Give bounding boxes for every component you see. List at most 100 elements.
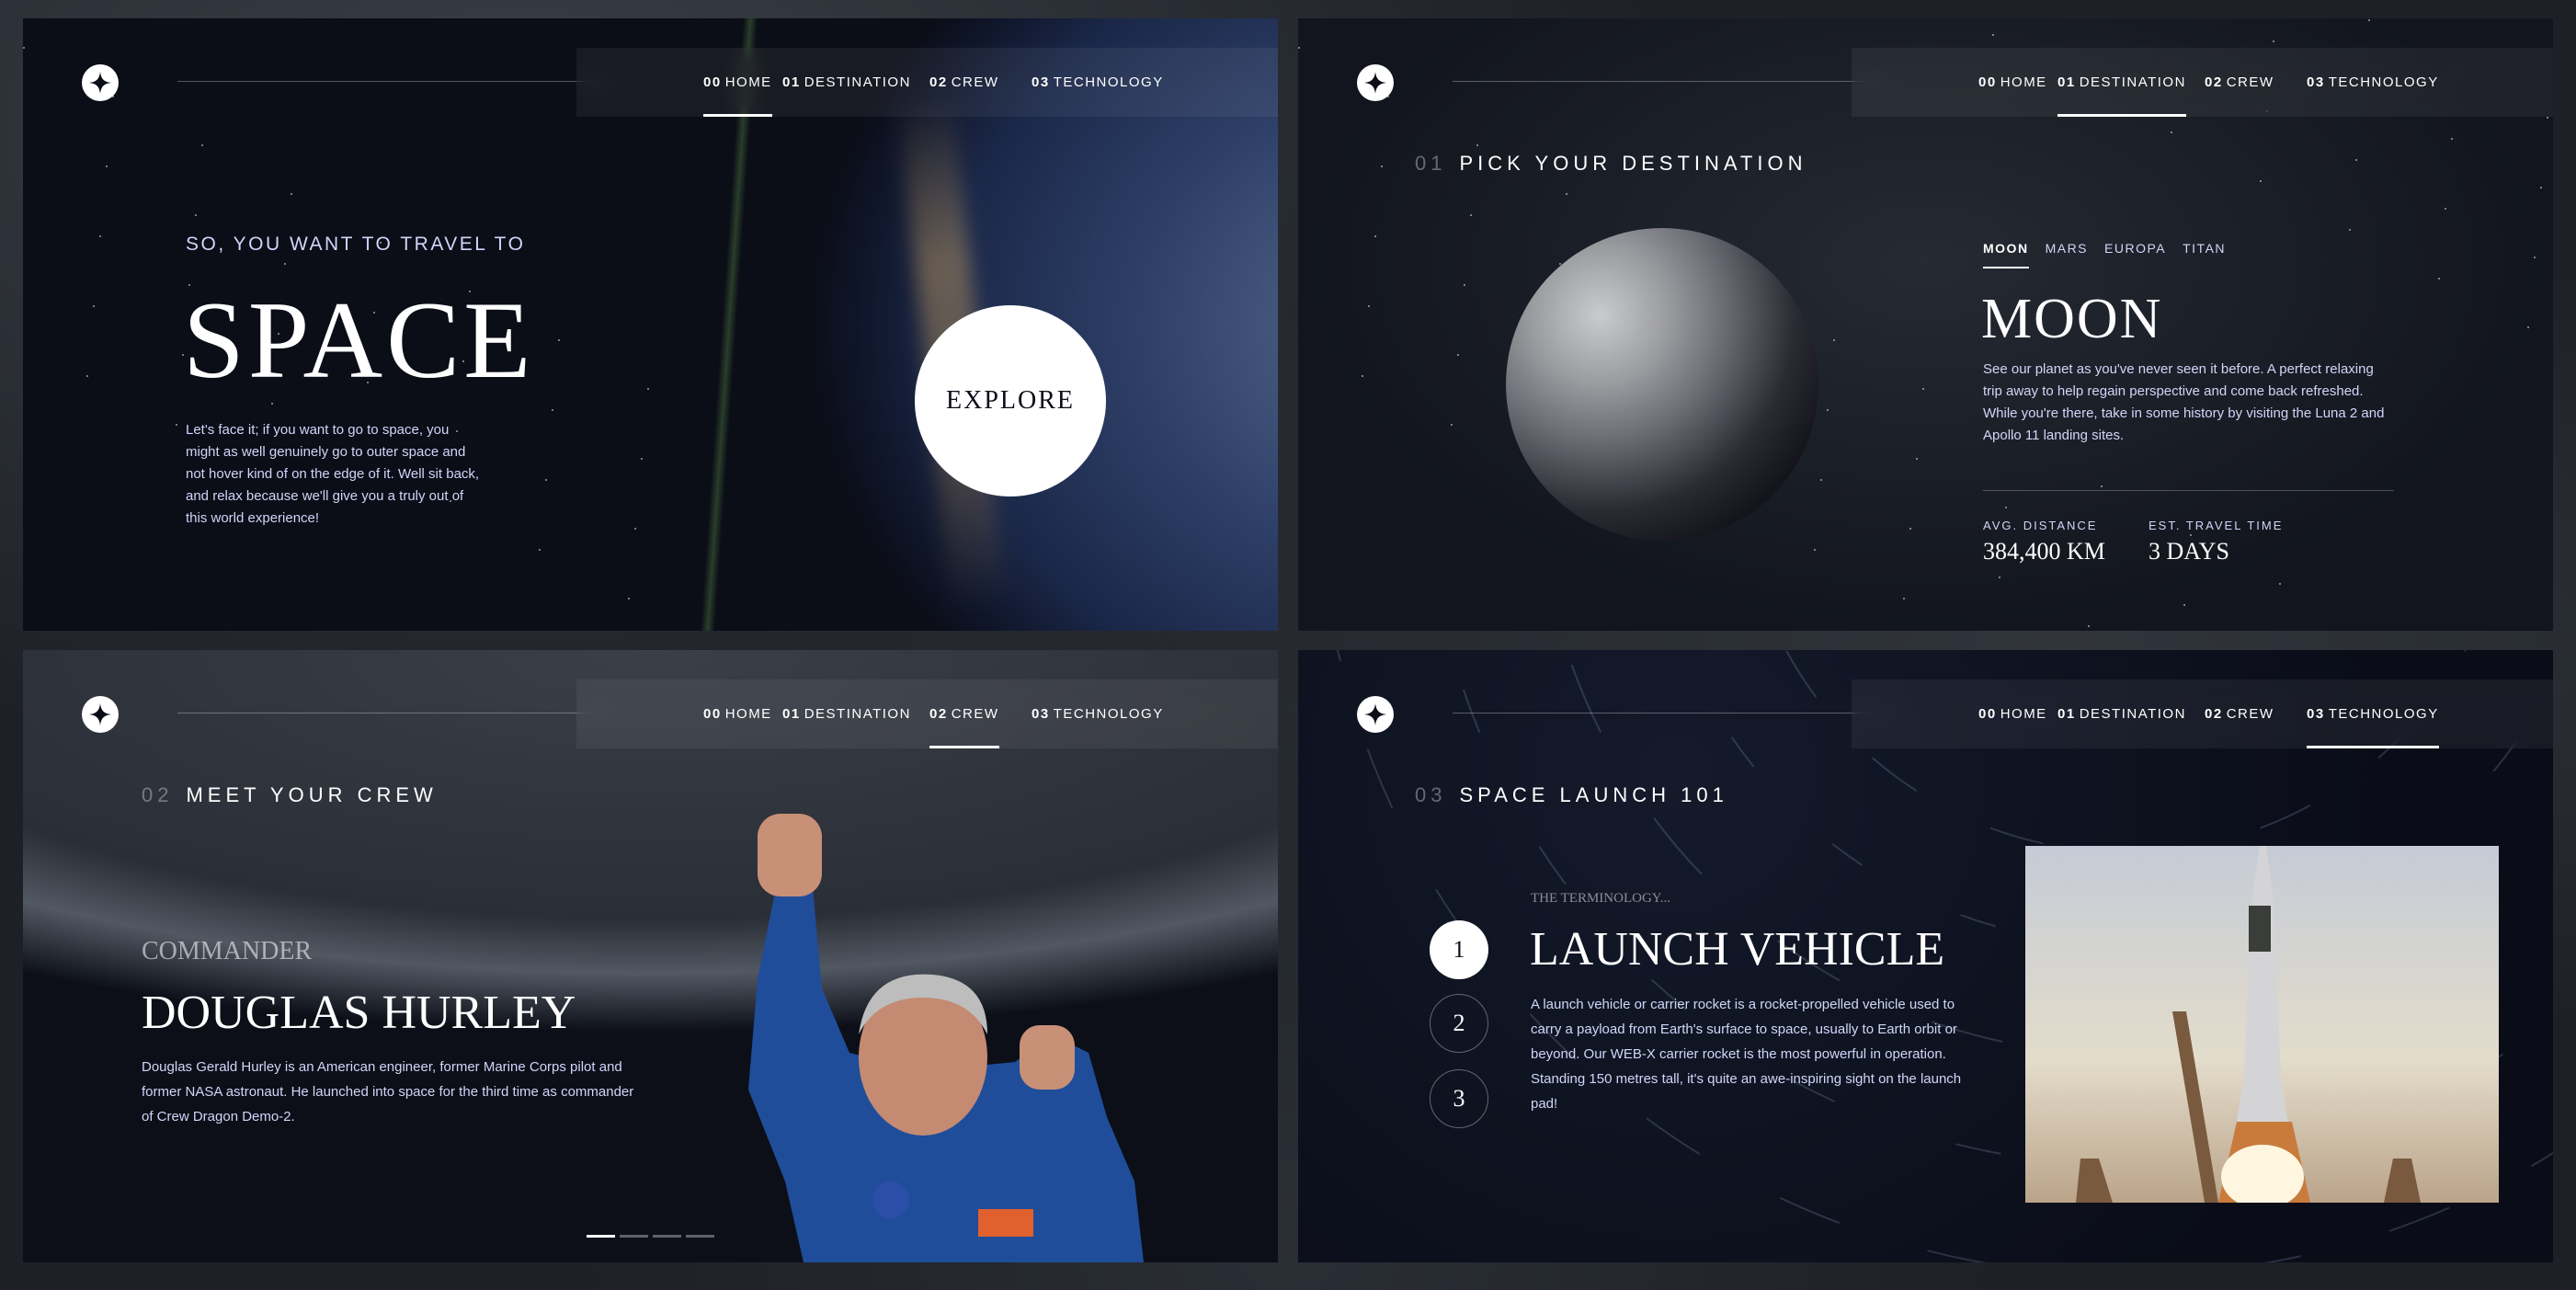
hero-eyebrow: SO, YOU WANT TO TRAVEL TO xyxy=(186,234,526,255)
nav-destination[interactable]: 01 DESTINATION xyxy=(2057,679,2186,748)
heading-text: MEET YOUR CREW xyxy=(186,783,438,806)
nav-label: TECHNOLOGY xyxy=(2328,706,2439,722)
nav-destination[interactable]: 01 DESTINATION xyxy=(782,679,911,748)
crew-bio: Douglas Gerald Hurley is an American eng… xyxy=(142,1059,634,1124)
heading-number: 01 xyxy=(1415,152,1447,175)
nav-label: TECHNOLOGY xyxy=(1053,74,1164,90)
nav-number: 01 xyxy=(782,74,801,90)
nav-home[interactable]: 00 HOME xyxy=(703,679,772,748)
star-dot xyxy=(93,305,95,307)
destination-screen: 00 HOME 01 DESTINATION 02 CREW 03 TECHNOLOGY… xyxy=(1298,18,2553,631)
nav-label: CREW xyxy=(2226,706,2274,722)
stat-label: AVG. DISTANCE xyxy=(1983,519,2098,532)
crew-portrait xyxy=(748,814,1144,1262)
nav-home[interactable]: 00 HOME xyxy=(1978,679,2047,748)
heading-text: PICK YOUR DESTINATION xyxy=(1459,152,1807,175)
hero-title: SPACE xyxy=(183,279,535,401)
star-dot xyxy=(2540,187,2542,188)
nav-technology[interactable]: 03 TECHNOLOGY xyxy=(1032,679,1164,748)
explore-button[interactable]: EXPLORE xyxy=(915,305,1106,497)
nav-technology[interactable]: 03 TECHNOLOGY xyxy=(2307,48,2439,117)
star-dot xyxy=(2101,485,2103,487)
tech-title: LAUNCH VEHICLE xyxy=(1530,923,1945,976)
star-dot xyxy=(1476,144,1478,146)
slide-dot[interactable] xyxy=(587,1235,615,1238)
star-dot xyxy=(1374,235,1376,237)
nav-number: 03 xyxy=(2307,74,2325,90)
nav-number: 03 xyxy=(2307,706,2325,722)
star-dot xyxy=(558,339,560,341)
header-divider xyxy=(177,81,611,82)
star-dot xyxy=(1566,193,1567,195)
nav-home[interactable]: 00 HOME xyxy=(703,48,772,117)
stat-distance: AVG. DISTANCE 384,400 KM xyxy=(1983,519,2105,565)
nav-destination[interactable]: 01 DESTINATION xyxy=(782,48,911,117)
star-dot xyxy=(2273,40,2274,42)
moon-image xyxy=(1506,228,1818,541)
star-dot xyxy=(1833,339,1835,341)
nav-label: CREW xyxy=(951,706,999,722)
destination-description: See our planet as you've never seen it b… xyxy=(1983,361,2385,443)
heading-text: SPACE LAUNCH 101 xyxy=(1459,783,1728,806)
heading-number: 03 xyxy=(1415,783,1447,806)
logo-icon[interactable] xyxy=(1357,696,1394,733)
nav-destination[interactable]: 01 DESTINATION xyxy=(2057,48,2186,117)
tab-europa[interactable]: EUROPA xyxy=(2104,241,2166,268)
step-2-button[interactable]: 2 xyxy=(1430,994,1488,1053)
star-dot xyxy=(2438,278,2440,280)
tab-moon[interactable]: MOON xyxy=(1983,241,2029,268)
nav-crew[interactable]: 02 CREW xyxy=(2205,48,2274,117)
logo-icon[interactable] xyxy=(82,64,119,101)
rocket-launch-image xyxy=(2025,846,2499,1203)
star-dot xyxy=(2171,131,2172,133)
star-dot xyxy=(1820,479,1822,481)
star-dot xyxy=(2451,138,2453,140)
stat-value: 384,400 KM xyxy=(1983,538,2105,565)
star-dot xyxy=(271,403,273,405)
star-dot xyxy=(1362,375,1363,377)
star-dot xyxy=(1464,284,1465,286)
star-dot xyxy=(1916,458,1918,460)
star-dot xyxy=(1909,528,1911,530)
star-dot xyxy=(1903,598,1905,599)
tab-mars[interactable]: MARS xyxy=(2046,241,2088,268)
slide-dot[interactable] xyxy=(686,1235,714,1238)
nav-label: CREW xyxy=(2226,74,2274,90)
nav-number: 02 xyxy=(2205,706,2223,722)
star-dot xyxy=(1922,388,1924,390)
nav-number: 02 xyxy=(929,706,948,722)
star-dot xyxy=(641,458,643,460)
nav-crew[interactable]: 02 CREW xyxy=(2205,679,2274,748)
tab-titan[interactable]: TITAN xyxy=(2183,241,2226,268)
nav-technology[interactable]: 03 TECHNOLOGY xyxy=(2307,679,2439,748)
nav-number: 01 xyxy=(2057,74,2076,90)
nav-crew[interactable]: 02 CREW xyxy=(929,48,999,117)
nav-number: 03 xyxy=(1032,74,1050,90)
star-dot xyxy=(1368,305,1370,307)
slide-dot[interactable] xyxy=(653,1235,681,1238)
step-3-button[interactable]: 3 xyxy=(1430,1069,1488,1128)
nav-label: DESTINATION xyxy=(804,706,911,722)
stats-divider xyxy=(1983,490,2394,491)
nav-crew[interactable]: 02 CREW xyxy=(929,679,999,748)
slide-dot[interactable] xyxy=(620,1235,648,1238)
star-dot xyxy=(176,424,177,426)
nav-number: 02 xyxy=(2205,74,2223,90)
nav-label: TECHNOLOGY xyxy=(2328,74,2439,90)
stat-label: EST. TRAVEL TIME xyxy=(2149,519,2284,532)
nav-number: 02 xyxy=(929,74,948,90)
page-heading: 02 MEET YOUR CREW xyxy=(142,783,438,807)
star-dot xyxy=(2279,583,2281,585)
star-dot xyxy=(2183,604,2185,606)
star-dot xyxy=(2527,326,2529,328)
step-1-button[interactable]: 1 xyxy=(1430,920,1488,979)
nav-home[interactable]: 00 HOME xyxy=(1978,48,2047,117)
nav-label: TECHNOLOGY xyxy=(1053,706,1164,722)
logo-icon[interactable] xyxy=(1357,64,1394,101)
nav-label: DESTINATION xyxy=(804,74,911,90)
star-dot xyxy=(1827,409,1829,411)
technology-screen: 00 HOME 01 DESTINATION 02 CREW 03 TECHNOLOGY… xyxy=(1298,650,2553,1262)
logo-icon[interactable] xyxy=(82,696,119,733)
nav-technology[interactable]: 03 TECHNOLOGY xyxy=(1032,48,1164,117)
hero-description: Let's face it; if you want to go to spac… xyxy=(186,422,480,526)
